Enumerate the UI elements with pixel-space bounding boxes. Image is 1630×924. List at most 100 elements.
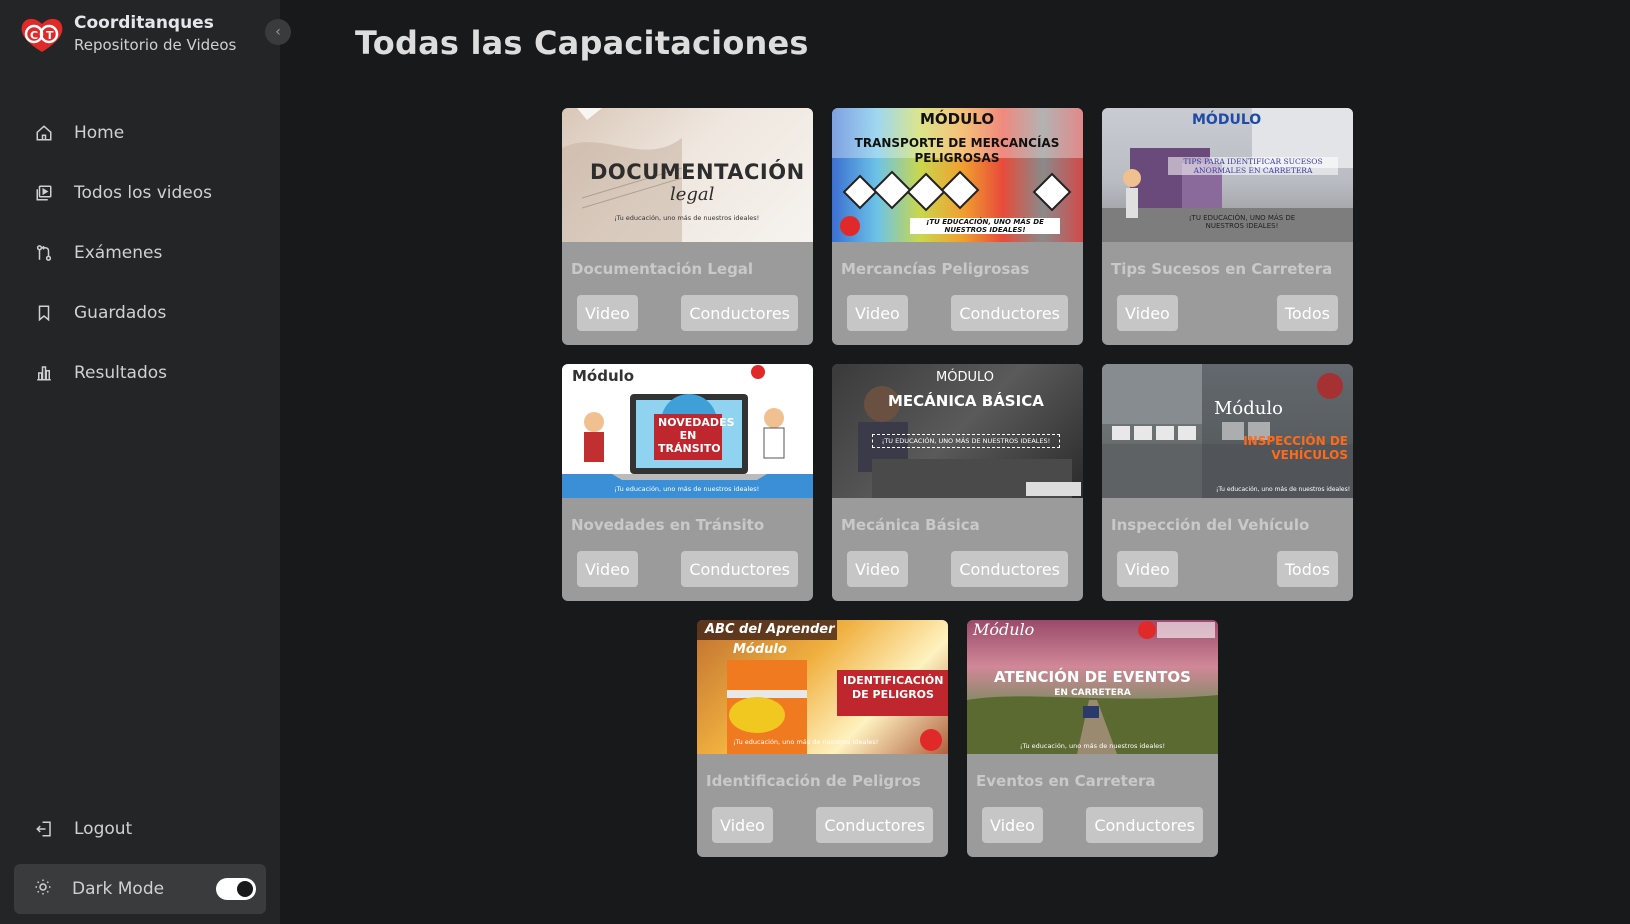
coorditanques-logo: C T	[18, 14, 66, 54]
thumb-headline: ABC del Aprender	[705, 622, 835, 637]
card-title: Tips Sucesos en Carretera	[1111, 260, 1333, 278]
thumb-subheadline: ATENCIÓN DE EVENTOS	[994, 668, 1191, 686]
thumb-extra: EN CARRETERA	[1054, 688, 1131, 698]
thumb-headline: DOCUMENTACIÓN	[590, 160, 805, 184]
card-title: Mecánica Básica	[841, 516, 980, 534]
sidebar-item-label: Guardados	[74, 303, 167, 323]
card-thumbnail[interactable]: Módulo NOVEDADES EN TRÁNSITO ¡Tu educaci…	[562, 364, 813, 498]
logout-section: Logout	[0, 799, 280, 859]
thumb-subheadline: TIPS PARA IDENTIFICAR SUCESOS ANORMALES …	[1168, 157, 1338, 175]
logout-label: Logout	[74, 819, 133, 839]
video-button[interactable]: Video	[1117, 551, 1178, 587]
thumb-headline: Módulo	[1214, 398, 1283, 419]
thumb-extra: Módulo	[733, 642, 787, 657]
sidebar-item-examenes[interactable]: Exámenes	[0, 223, 280, 283]
training-card[interactable]: Módulo NOVEDADES EN TRÁNSITO ¡Tu educaci…	[562, 364, 813, 601]
brand[interactable]: C T Coorditanques Repositorio de Videos	[18, 12, 236, 56]
card-thumbnail[interactable]: Módulo INSPECCIÓN DE VEHÍCULOS ¡Tu educa…	[1102, 364, 1353, 498]
sidebar-item-todos-los-videos[interactable]: Todos los videos	[0, 163, 280, 223]
card-title: Eventos en Carretera	[976, 772, 1156, 790]
chevron-left-icon: ‹	[275, 24, 281, 40]
sidebar-item-label: Resultados	[74, 363, 167, 383]
card-thumbnail[interactable]: ABC del Aprender Módulo IDENTIFICACIÓN D…	[697, 620, 948, 754]
sidebar: C T Coorditanques Repositorio de Videos …	[0, 0, 280, 924]
thumb-subheadline: legal	[670, 184, 715, 205]
audience-button[interactable]: Conductores	[951, 295, 1068, 331]
audience-button[interactable]: Todos	[1276, 295, 1338, 331]
video-button[interactable]: Video	[577, 295, 638, 331]
thumb-subheadline: IDENTIFICACIÓN DE PELIGROS	[843, 674, 944, 701]
card-thumbnail[interactable]: Módulo ATENCIÓN DE EVENTOS EN CARRETERA …	[967, 620, 1218, 754]
training-card[interactable]: DOCUMENTACIÓN legal ¡Tu educación, uno m…	[562, 108, 813, 345]
thumb-tagline: ¡TU EDUCACIÓN, UNO MÁS DE NUESTROS IDEAL…	[872, 434, 1060, 448]
thumb-headline: Módulo	[572, 367, 635, 385]
thumb-headline: Módulo	[973, 620, 1035, 639]
bar-chart-icon	[34, 363, 54, 383]
sidebar-item-resultados[interactable]: Resultados	[0, 343, 280, 403]
sidebar-nav: Home Todos los videos Exámenes Guardados…	[0, 103, 280, 403]
sun-icon	[34, 878, 52, 900]
logout-icon	[34, 819, 54, 839]
home-icon	[34, 123, 54, 143]
card-thumbnail[interactable]: MÓDULO MECÁNICA BÁSICA ¡TU EDUCACIÓN, UN…	[832, 364, 1083, 498]
thumb-tagline: ¡TU EDUCACIÓN, UNO MÁS DE NUESTROS IDEAL…	[1188, 214, 1296, 230]
training-card[interactable]: ABC del Aprender Módulo IDENTIFICACIÓN D…	[697, 620, 948, 857]
brand-name: Coorditanques	[74, 13, 214, 33]
thumb-headline: MÓDULO	[936, 370, 994, 385]
thumb-tagline: ¡Tu educación, uno más de nuestros ideal…	[614, 485, 760, 493]
training-card[interactable]: MÓDULO TRANSPORTE DE MERCANCÍAS PELIGROS…	[832, 108, 1083, 345]
video-button[interactable]: Video	[712, 807, 773, 843]
thumb-tagline: ¡Tu educación, uno más de nuestros ideal…	[733, 738, 879, 746]
dark-mode-row: Dark Mode	[14, 864, 266, 914]
bookmark-icon	[34, 303, 54, 323]
collapse-sidebar-button[interactable]: ‹	[265, 19, 291, 45]
fleet-yard-illustration	[1102, 364, 1353, 498]
training-card[interactable]: MÓDULO TIPS PARA IDENTIFICAR SUCESOS ANO…	[1102, 108, 1353, 345]
sidebar-item-home[interactable]: Home	[0, 103, 280, 163]
thumb-tagline: ¡Tu educación, uno más de nuestros ideal…	[1019, 742, 1166, 750]
thumb-headline: MÓDULO	[1192, 112, 1262, 128]
svg-text:C: C	[30, 29, 38, 42]
card-title: Mercancías Peligrosas	[841, 260, 1030, 278]
thumb-subheadline: TRANSPORTE DE MERCANCÍAS PELIGROSAS	[854, 136, 1060, 165]
training-card[interactable]: Módulo ATENCIÓN DE EVENTOS EN CARRETERA …	[967, 620, 1218, 857]
dark-mode-toggle[interactable]	[216, 878, 256, 900]
video-library-icon	[34, 183, 54, 203]
training-card[interactable]: Módulo INSPECCIÓN DE VEHÍCULOS ¡Tu educa…	[1102, 364, 1353, 601]
card-thumbnail[interactable]: MÓDULO TRANSPORTE DE MERCANCÍAS PELIGROS…	[832, 108, 1083, 242]
dark-mode-label: Dark Mode	[72, 879, 165, 899]
sidebar-item-guardados[interactable]: Guardados	[0, 283, 280, 343]
audience-button[interactable]: Conductores	[1086, 807, 1203, 843]
card-thumbnail[interactable]: DOCUMENTACIÓN legal ¡Tu educación, uno m…	[562, 108, 813, 242]
audience-button[interactable]: Conductores	[951, 551, 1068, 587]
video-button[interactable]: Video	[577, 551, 638, 587]
logout-button[interactable]: Logout	[0, 799, 280, 859]
thumb-subheadline: MECÁNICA BÁSICA	[888, 392, 1044, 410]
road-sunset-illustration	[967, 621, 1218, 754]
video-button[interactable]: Video	[847, 551, 908, 587]
audience-button[interactable]: Todos	[1276, 551, 1338, 587]
exam-icon	[34, 243, 54, 263]
video-button[interactable]: Video	[1117, 295, 1178, 331]
thumb-tagline: ¡Tu educación, uno más de nuestros ideal…	[1216, 486, 1351, 493]
audience-button[interactable]: Conductores	[681, 295, 798, 331]
video-button[interactable]: Video	[847, 295, 908, 331]
thumb-tagline: ¡Tu educación, uno más de nuestros ideal…	[614, 214, 760, 222]
training-card[interactable]: MÓDULO MECÁNICA BÁSICA ¡TU EDUCACIÓN, UN…	[832, 364, 1083, 601]
card-title: Novedades en Tránsito	[571, 516, 765, 534]
toggle-knob	[237, 881, 253, 897]
card-thumbnail[interactable]: MÓDULO TIPS PARA IDENTIFICAR SUCESOS ANO…	[1102, 108, 1353, 242]
card-title: Documentación Legal	[571, 260, 754, 278]
card-title: Inspección del Vehículo	[1111, 516, 1310, 534]
thumb-tagline: ¡TU EDUCACIÓN, UNO MÁS DE NUESTROS IDEAL…	[910, 218, 1060, 234]
page-title: Todas las Capacitaciones	[355, 24, 809, 62]
brand-subtitle: Repositorio de Videos	[74, 36, 237, 54]
audience-button[interactable]: Conductores	[816, 807, 933, 843]
thumb-subheadline: INSPECCIÓN DE VEHÍCULOS	[1243, 434, 1348, 462]
sidebar-item-label: Home	[74, 123, 125, 143]
sidebar-item-label: Todos los videos	[74, 183, 213, 203]
audience-button[interactable]: Conductores	[681, 551, 798, 587]
sidebar-item-label: Exámenes	[74, 243, 163, 263]
card-title: Identificación de Peligros	[706, 772, 921, 790]
video-button[interactable]: Video	[982, 807, 1043, 843]
